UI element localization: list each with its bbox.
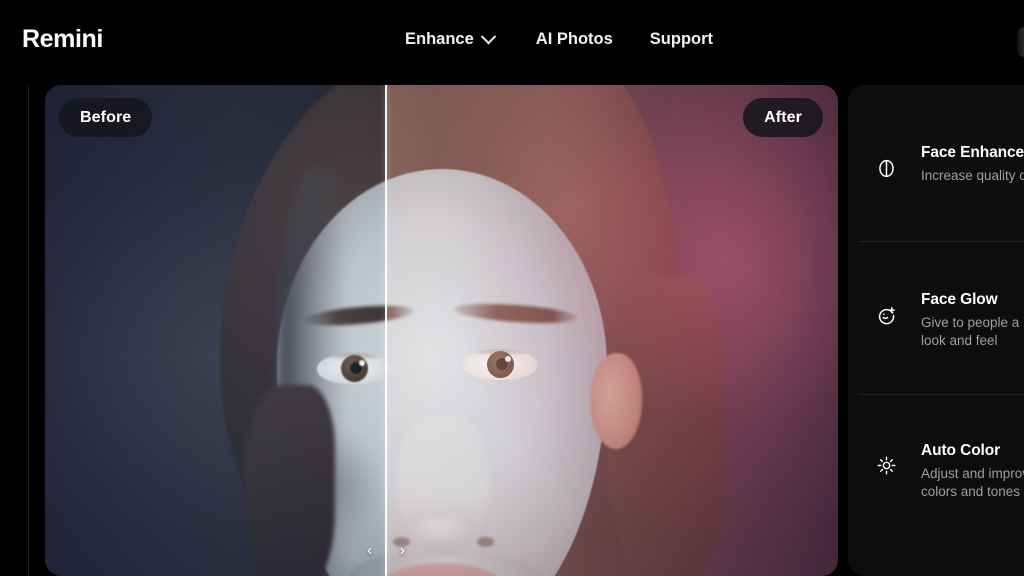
brightness-sun-icon bbox=[875, 454, 897, 476]
compare-divider-line bbox=[385, 85, 387, 576]
photo-stage: ‹ › Before After bbox=[45, 85, 838, 576]
sidebar-item-face-enhance[interactable]: Face Enhance Increase quality of fac bbox=[848, 85, 1024, 241]
before-badge: Before bbox=[59, 98, 153, 137]
enhancement-options-sidebar: Face Enhance Increase quality of fac Fac… bbox=[848, 85, 1024, 576]
nav-item-enhance-label: Enhance bbox=[405, 30, 474, 48]
portrait-nostril-right bbox=[477, 537, 494, 547]
sidebar-item-face-enhance-text: Face Enhance Increase quality of fac bbox=[921, 144, 1024, 185]
sidebar-item-face-glow[interactable]: Face Glow Give to people a new look and … bbox=[848, 241, 1024, 394]
portrait-nose-tip bbox=[411, 517, 473, 547]
portrait-eyelid-right bbox=[463, 349, 537, 355]
nav-item-support[interactable]: Support bbox=[650, 26, 713, 53]
portrait-glint-right bbox=[505, 356, 511, 362]
nav-item-support-label: Support bbox=[649, 30, 714, 48]
sidebar-item-face-glow-desc: Give to people a new look and feel bbox=[921, 315, 1024, 348]
left-rail-edge bbox=[28, 85, 29, 576]
chevron-right-icon: › bbox=[399, 542, 405, 559]
brand-logo[interactable]: Remini bbox=[22, 25, 103, 54]
portrait-glint-left bbox=[359, 360, 365, 366]
header-right-action-partial[interactable] bbox=[1017, 27, 1024, 57]
sidebar-item-face-glow-title: Face Glow bbox=[921, 291, 998, 308]
portrait-eyelid-left bbox=[317, 353, 391, 359]
nav-item-ai-photos-label: AI Photos bbox=[535, 30, 613, 48]
chevron-down-icon bbox=[480, 28, 497, 45]
main-navigation: Enhance AI Photos Support bbox=[405, 26, 713, 53]
nav-item-ai-photos[interactable]: AI Photos bbox=[536, 26, 613, 53]
portrait-hair-strand bbox=[245, 385, 335, 576]
compare-slider-handle[interactable]: ‹ › bbox=[367, 540, 405, 562]
remini-app-window: Remini Enhance AI Photos Support ‹ › Bef… bbox=[0, 0, 1024, 576]
sidebar-item-auto-color-text: Auto Color Adjust and improve colors and… bbox=[921, 442, 1024, 501]
sidebar-item-face-enhance-title: Face Enhance bbox=[921, 144, 1024, 161]
nav-item-enhance[interactable]: Enhance bbox=[405, 26, 497, 53]
portrait-eye-right bbox=[463, 349, 537, 380]
sidebar-item-auto-color-desc: Adjust and improve colors and tones bbox=[921, 466, 1024, 499]
sidebar-item-auto-color[interactable]: Auto Color Adjust and improve colors and… bbox=[848, 394, 1024, 544]
sidebar-item-face-glow-text: Face Glow Give to people a new look and … bbox=[921, 291, 1024, 350]
glow-refresh-plus-icon bbox=[875, 304, 897, 326]
before-after-compare-panel[interactable]: ‹ › Before After bbox=[45, 85, 838, 576]
top-header: Remini Enhance AI Photos Support bbox=[0, 0, 1024, 85]
face-contrast-icon bbox=[875, 157, 897, 179]
portrait-ear bbox=[590, 353, 642, 449]
sidebar-item-auto-color-title: Auto Color bbox=[921, 442, 1001, 459]
sidebar-item-face-enhance-desc: Increase quality of fac bbox=[921, 168, 1024, 183]
portrait-eye-left bbox=[317, 353, 391, 384]
after-badge: After bbox=[743, 98, 823, 137]
chevron-left-icon: ‹ bbox=[367, 542, 373, 559]
